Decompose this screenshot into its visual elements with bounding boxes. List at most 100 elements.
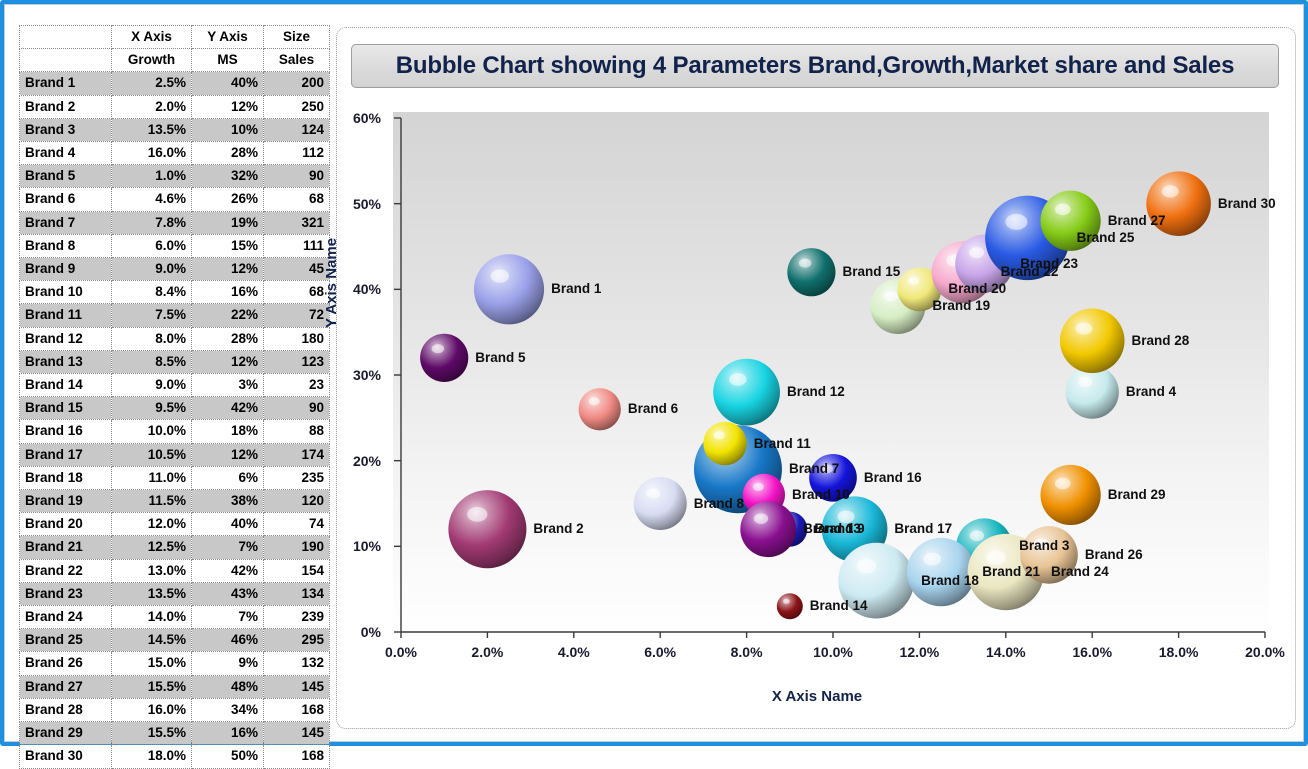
table-row: Brand 9 9.0% 12% 45 [19,257,330,282]
table-row: Brand 10 8.4% 16% 68 [19,280,330,305]
bubble-label-brand-20: Brand 20 [948,281,1007,297]
data-cell: 28% [191,326,264,351]
bubble-brand-28[interactable] [1059,308,1125,374]
x-tick-label: 12.0% [899,644,940,660]
data-cell: 250 [263,94,330,119]
data-cell: 68 [263,187,330,212]
data-cell: 15.5% [111,721,192,746]
table-row: Brand 2 2.0% 12% 250 [19,94,330,119]
table-header-row: X Axis Y Axis Size [19,24,330,50]
row-label-cell: Brand 1 [19,71,112,96]
x-tick-label: 6.0% [644,644,677,660]
data-cell: 23 [263,373,330,398]
row-label-cell: Brand 21 [19,535,112,560]
data-cell: 12.5% [111,535,192,560]
bubble-highlight [1054,477,1071,490]
bubble-brand-14[interactable] [776,593,803,620]
data-cell: 239 [263,605,330,630]
bubble-label-brand-11: Brand 11 [753,435,811,451]
bubble-brand-4[interactable] [1065,365,1119,419]
bubble-label-brand-17: Brand 17 [894,521,953,537]
bubble-brand-1[interactable] [473,254,545,325]
bubble-brand-12[interactable] [713,358,780,426]
table-row: Brand 4 16.0% 28% 112 [19,141,330,166]
x-tick-label: 16.0% [1072,644,1113,660]
bubble-label-brand-23: Brand 23 [1020,255,1078,271]
bubble-brand-5[interactable] [420,333,469,382]
data-cell: 38% [191,489,264,514]
data-cell: 42% [191,558,264,583]
bubble-label-brand-4: Brand 4 [1125,384,1177,400]
row-label-cell: Brand 8 [19,233,112,259]
data-cell: 13.0% [111,558,192,583]
bubble-label-brand-2: Brand 2 [533,521,584,537]
data-cell: 174 [263,442,330,467]
table-row: Brand 8 6.0% 15% 111 [19,233,330,259]
bubble-brand-13[interactable] [740,501,797,558]
row-label-cell: Brand 10 [19,280,112,305]
row-label-cell: Brand 3 [19,117,112,143]
bubble-brand-8[interactable] [633,476,687,531]
x-tick-label: 18.0% [1158,644,1199,660]
data-cell: 16.0% [111,141,192,166]
table-row: Brand 18 11.0% 6% 235 [19,465,330,491]
row-label-cell: Brand 23 [19,581,112,607]
bubble-brand-29[interactable] [1040,464,1101,526]
data-cell: 50% [191,744,264,769]
row-label-cell: Brand 24 [19,605,112,630]
row-label-cell: Brand 27 [19,674,112,699]
row-label-cell: Brand 9 [19,257,112,282]
bubble-label-brand-1: Brand 1 [551,281,602,297]
y-tick-label: 0% [360,624,381,640]
bubble-label-brand-8: Brand 8 [693,495,745,511]
table-row: Brand 6 4.6% 26% 68 [19,187,330,212]
chart-panel: Bubble Chart showing 4 Parameters Brand,… [323,27,1296,729]
data-cell: 74 [263,512,330,537]
bubble-highlight [752,482,764,491]
y-tick-label: 10% [352,538,381,555]
bubble-brand-6[interactable] [578,388,621,431]
y-tick-label: 20% [352,452,381,469]
table-row: Brand 14 9.0% 3% 23 [19,373,330,398]
data-cell: 22% [191,303,264,328]
data-cell: 7% [191,535,264,560]
data-cell: 4.6% [111,187,192,212]
data-cell: 321 [263,210,330,235]
data-cell: 235 [263,465,330,491]
data-cell: 15.0% [111,651,192,676]
y-tick-label: 60% [352,110,381,126]
row-label-cell: Brand 20 [19,512,112,537]
x-tick-label: 14.0% [985,644,1026,660]
bubble-highlight [646,488,661,499]
bubble-label-brand-27: Brand 27 [1107,212,1166,228]
bubble-label-brand-13: Brand 13 [803,521,861,537]
bubble-highlight [729,373,747,386]
data-cell: 19% [191,210,264,235]
data-cell: 28% [191,141,264,166]
bubble-label-brand-7: Brand 7 [788,461,840,477]
bubble-highlight [1005,213,1028,230]
data-cell: 90 [263,396,330,421]
window-inner: X Axis Y Axis Size Growth MS Sales Brand 1 2.5%… [4,4,1304,769]
data-cell: 3% [191,373,264,398]
bubble-label-brand-3: Brand 3 [1019,538,1070,554]
bubble-label-brand-24: Brand 24 [1050,564,1109,580]
bubble-brand-2[interactable] [448,490,527,569]
table-header-cell [19,48,112,73]
row-label-cell: Brand 14 [19,373,112,398]
data-cell: 15% [191,233,264,259]
table-header-cell: MS [191,48,264,73]
data-cell: 2.5% [111,71,192,96]
data-cell: 2.0% [111,94,192,119]
table-row: Brand 23 13.5% 43% 134 [19,581,330,607]
bubble-brand-15[interactable] [787,248,836,297]
data-cell: 12% [191,442,264,467]
y-tick-label: 50% [352,195,381,212]
data-cell: 13.5% [111,581,192,607]
data-cell: 9.0% [111,373,192,398]
bubble-label-brand-19: Brand 19 [932,298,991,314]
data-cell: 9% [191,651,264,676]
data-cell: 9.0% [111,257,192,282]
bubble-brand-11[interactable] [703,421,747,466]
data-cell: 43% [191,581,264,607]
